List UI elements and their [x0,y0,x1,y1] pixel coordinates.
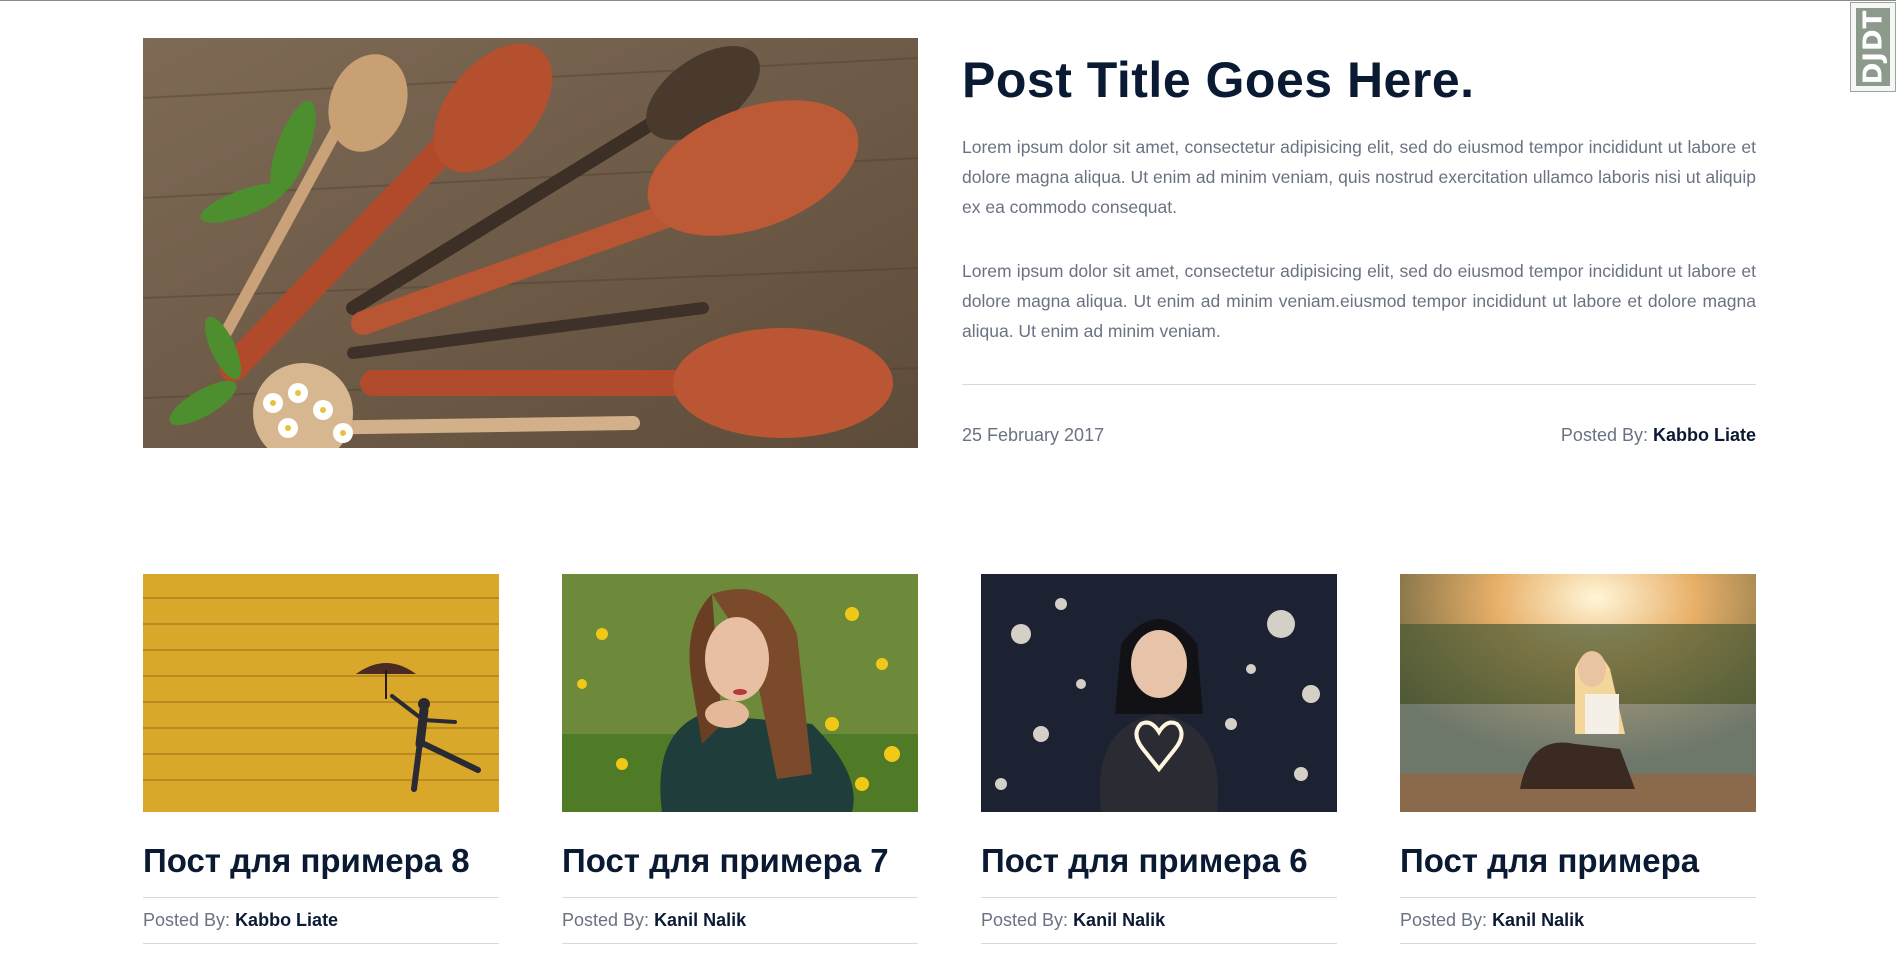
posted-by-label: Posted By: [143,910,231,931]
posted-by-label: Posted By: [562,910,650,931]
post-card-title[interactable]: Пост для примера 6 [981,842,1337,879]
divider [981,943,1337,945]
divider [143,943,499,945]
featured-post: Post Title Goes Here. Lorem ipsum dolor … [962,38,1756,446]
post-card-title[interactable]: Пост для примера 8 [143,842,499,879]
post-card-image[interactable] [1400,574,1756,812]
post-card-image[interactable] [562,574,918,812]
featured-post-author[interactable]: Kabbo Liate [1653,425,1756,445]
posted-by-label: Posted By: [981,910,1069,931]
post-card-byline: Posted By: Kanil Nalik [981,898,1337,943]
featured-post-byline: Posted By: Kabbo Liate [1561,425,1756,446]
post-card-title[interactable]: Пост для примера 7 [562,842,918,879]
featured-post-paragraph-2: Lorem ipsum dolor sit amet, consectetur … [962,261,1756,341]
post-card-byline: Posted By: Kabbo Liate [143,898,499,943]
divider [962,384,1756,385]
post-card-author[interactable]: Kabbo Liate [235,910,338,930]
post-card-image[interactable] [143,574,499,812]
post-card-7: Пост для примера 7 Posted By: Kanil Nali… [562,574,918,945]
post-card-byline: Posted By: Kanil Nalik [562,898,918,943]
post-card-author[interactable]: Kanil Nalik [654,910,746,930]
post-card-image[interactable] [981,574,1337,812]
featured-post-image[interactable] [143,38,918,448]
featured-post-paragraph-1: Lorem ipsum dolor sit amet, consectetur … [962,137,1756,217]
post-card-byline: Posted By: Kanil Nalik [1400,898,1756,943]
post-card-6: Пост для примера 6 Posted By: Kanil Nali… [981,574,1337,945]
post-card-author[interactable]: Kanil Nalik [1492,910,1584,930]
post-card-5: Пост для примера Posted By: Kanil Nalik [1400,574,1756,945]
post-card-author[interactable]: Kanil Nalik [1073,910,1165,930]
featured-post-title[interactable]: Post Title Goes Here. [962,50,1756,110]
post-card-8: Пост для примера 8 Posted By: Kabbo Liat… [143,574,499,945]
posted-by-label: Posted By: [1400,910,1488,931]
featured-post-meta: 25 February 2017 Posted By: Kabbo Liate [962,421,1756,446]
divider [1400,943,1756,945]
debug-toolbar-handle[interactable]: DJDT [1850,2,1896,92]
featured-post-date: 25 February 2017 [962,425,1105,445]
posted-by-label: Posted By: [1560,425,1648,445]
post-card-title[interactable]: Пост для примера [1400,842,1756,879]
debug-toolbar-label: DJDT [1858,9,1889,85]
divider [562,943,918,945]
